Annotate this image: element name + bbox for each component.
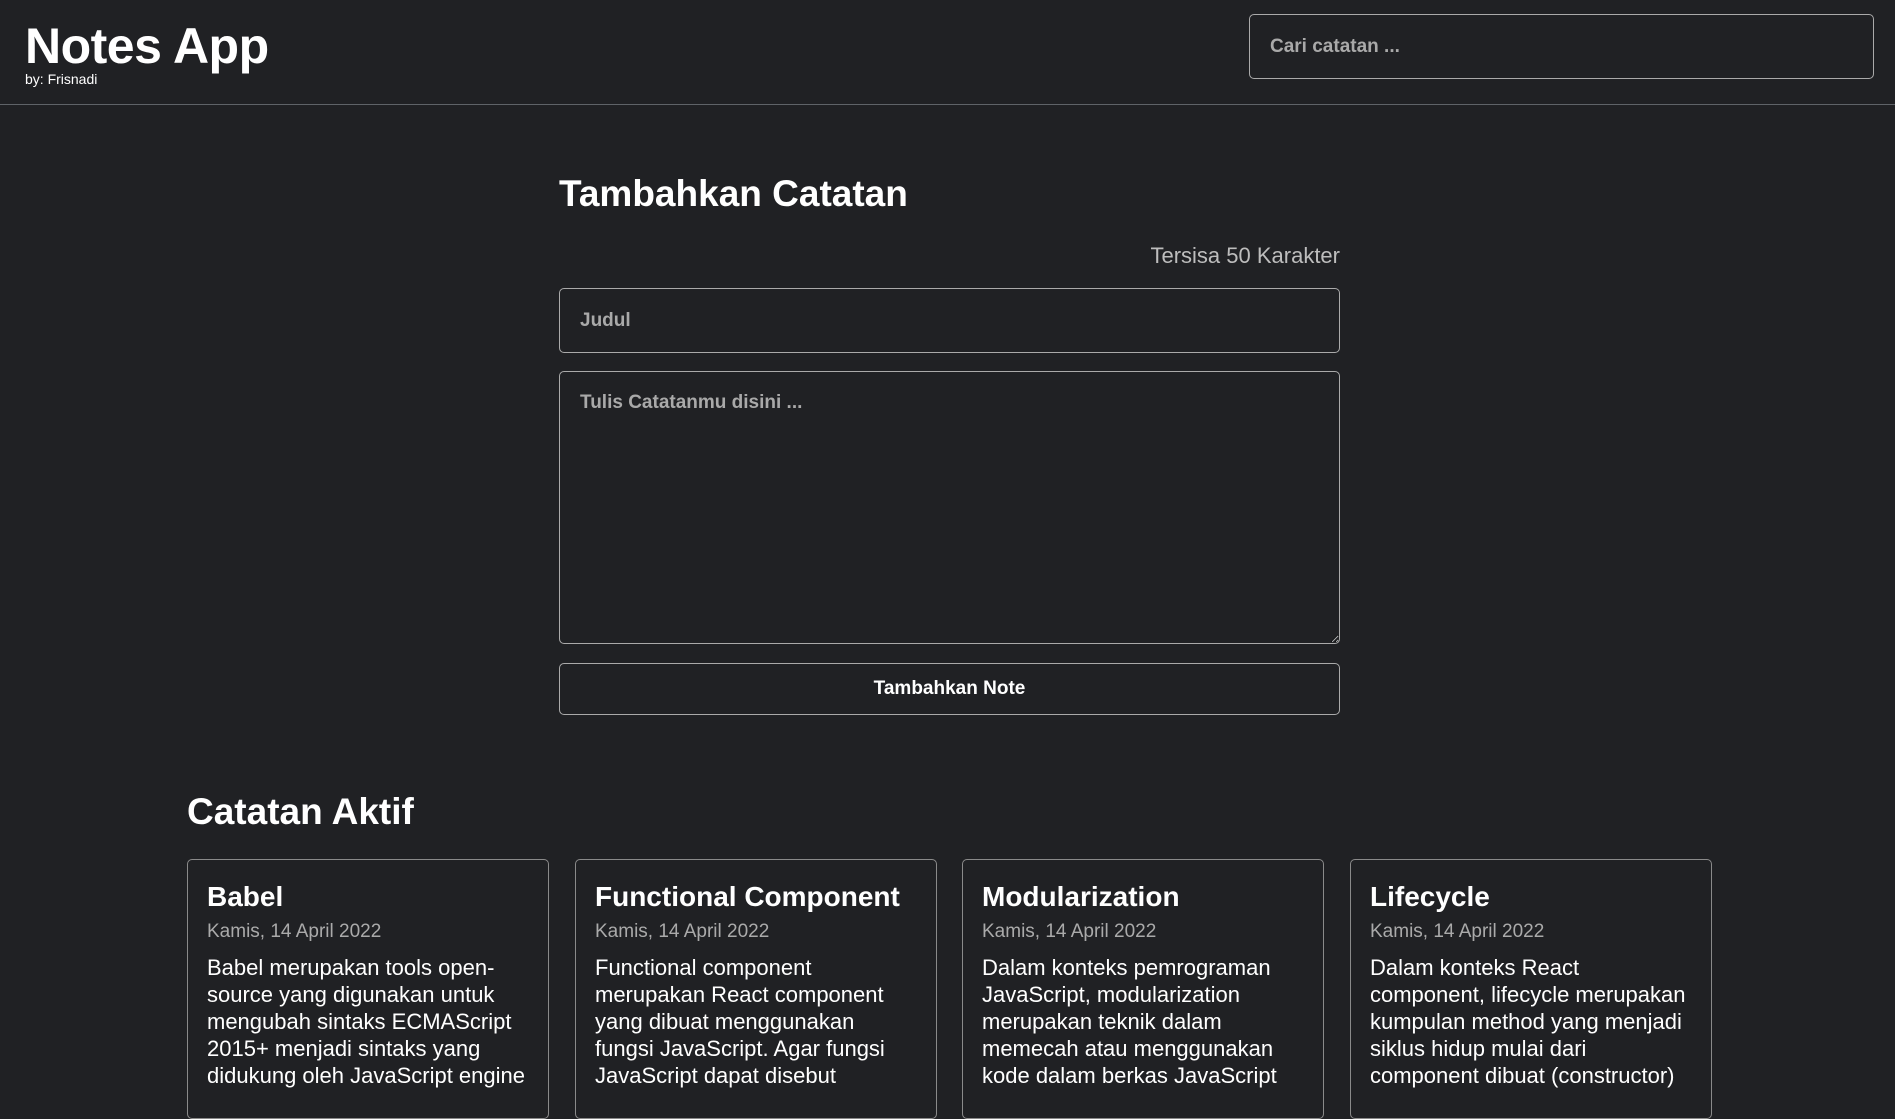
title-input[interactable] xyxy=(559,288,1340,353)
note-title: Modularization xyxy=(982,881,1180,912)
form-title: Tambahkan Catatan xyxy=(559,173,908,214)
note-body: Dalam konteks pemrograman JavaScript, mo… xyxy=(982,955,1277,1088)
app-author: by: Frisnadi xyxy=(25,71,98,87)
section-title: Catatan Aktif xyxy=(187,791,414,832)
char-count: Tersisa 50 Karakter xyxy=(1150,243,1340,268)
note-body: Functional component merupakan React com… xyxy=(595,955,885,1088)
search-input[interactable] xyxy=(1249,14,1874,79)
note-title: Babel xyxy=(207,881,284,912)
note-card[interactable]: Modularization Kamis, 14 April 2022 Dala… xyxy=(962,859,1324,1119)
note-card[interactable]: Functional Component Kamis, 14 April 202… xyxy=(575,859,937,1119)
note-date: Kamis, 14 April 2022 xyxy=(595,921,770,942)
note-date: Kamis, 14 April 2022 xyxy=(1370,921,1545,942)
note-body: Dalam konteks React component, lifecycle… xyxy=(1370,955,1686,1088)
app-header: Notes App by: Frisnadi xyxy=(0,0,1895,105)
note-card[interactable]: Babel Kamis, 14 April 2022 Babel merupak… xyxy=(187,859,549,1119)
note-title: Lifecycle xyxy=(1370,881,1490,912)
note-title: Functional Component xyxy=(595,881,900,912)
app-title: Notes App xyxy=(25,18,269,74)
body-textarea[interactable] xyxy=(559,371,1340,644)
add-note-button[interactable]: Tambahkan Note xyxy=(559,663,1340,715)
note-body: Babel merupakan tools open-source yang d… xyxy=(207,955,526,1088)
note-date: Kamis, 14 April 2022 xyxy=(207,921,382,942)
note-card[interactable]: Lifecycle Kamis, 14 April 2022 Dalam kon… xyxy=(1350,859,1712,1119)
note-date: Kamis, 14 April 2022 xyxy=(982,921,1157,942)
